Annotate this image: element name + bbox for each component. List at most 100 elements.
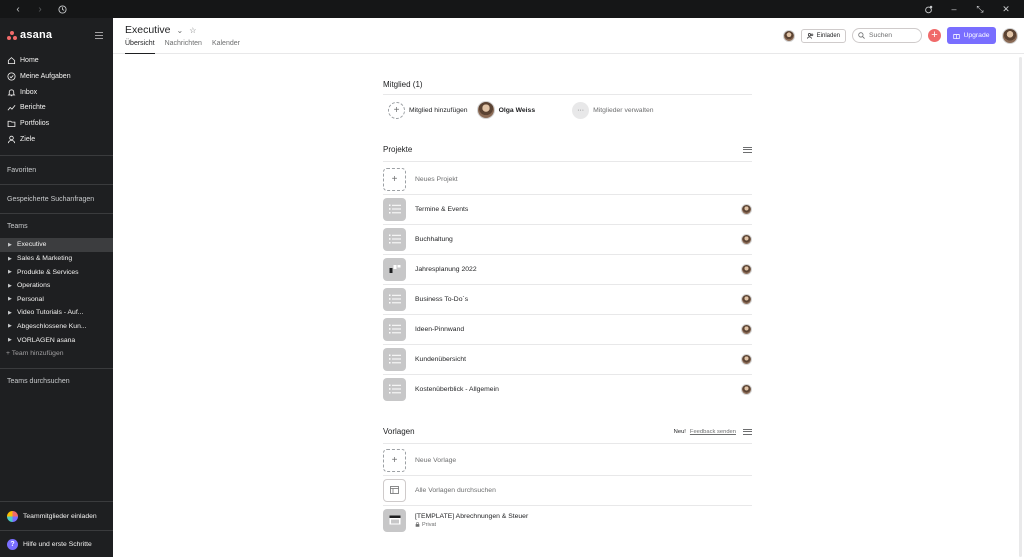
- feedback-link[interactable]: Feedback senden: [690, 429, 736, 435]
- list-icon: [383, 287, 406, 311]
- chart-line-icon: [7, 105, 16, 111]
- owner-avatar[interactable]: [741, 323, 752, 335]
- member-avatar[interactable]: [476, 101, 495, 119]
- team-item-produkte-services[interactable]: ▶ Produkte & Services: [0, 265, 113, 279]
- upgrade-label: Upgrade: [963, 32, 990, 39]
- team-item-executive[interactable]: ▶ Executive: [0, 238, 113, 252]
- team-label: VORLAGEN asana: [17, 336, 76, 344]
- add-member-icon[interactable]: +: [388, 101, 405, 119]
- saved-searches-section[interactable]: Gespeicherte Suchanfragen: [0, 185, 113, 213]
- nav-item-inbox[interactable]: Inbox: [0, 84, 113, 100]
- main-content: Mitglied (1) + Mitglied hinzufügen Olga …: [113, 55, 1024, 557]
- notification-settings-icon[interactable]: [922, 3, 934, 15]
- project-row[interactable]: Ideen-Pinnwand: [383, 314, 752, 344]
- project-name: Ideen-Pinnwand: [415, 325, 465, 333]
- browse-templates-row[interactable]: Alle Vorlagen durchsuchen: [383, 475, 752, 505]
- chevron-down-icon[interactable]: ⌄: [177, 26, 184, 35]
- back-icon[interactable]: ‹: [12, 3, 24, 15]
- owner-avatar[interactable]: [741, 203, 752, 215]
- template-row[interactable]: [TEMPLATE] Abrechnungen & Steuer Privat: [383, 505, 752, 535]
- caret-right-icon: ▶: [8, 255, 12, 262]
- owner-avatar[interactable]: [741, 263, 752, 275]
- logo-text: asana: [20, 29, 53, 41]
- caret-right-icon: ▶: [8, 241, 12, 248]
- browse-templates-label: Alle Vorlagen durchsuchen: [415, 486, 496, 494]
- search-input[interactable]: Suchen: [852, 28, 922, 43]
- project-row[interactable]: Jahresplanung 2022: [383, 254, 752, 284]
- project-row[interactable]: Buchhaltung: [383, 224, 752, 254]
- member-name[interactable]: Olga Weiss: [499, 107, 536, 114]
- asana-logo[interactable]: asana: [7, 29, 52, 41]
- nav-item-portfolios[interactable]: Portfolios: [0, 116, 113, 132]
- forward-icon[interactable]: ›: [34, 3, 46, 15]
- user-avatar[interactable]: [1002, 27, 1018, 44]
- favorites-section[interactable]: Favoriten: [0, 156, 113, 184]
- nav-item-reports[interactable]: Berichte: [0, 100, 113, 116]
- nav-item-label: Meine Aufgaben: [20, 73, 71, 81]
- invite-button[interactable]: Einladen: [800, 28, 846, 43]
- new-project-row[interactable]: + Neues Projekt: [383, 164, 752, 194]
- window-title-bar: ‹ › – ⤡ ✕: [0, 0, 1024, 18]
- plus-icon: +: [383, 448, 406, 472]
- manage-members-label[interactable]: Mitglieder verwalten: [593, 107, 653, 114]
- add-team-link[interactable]: + Team hinzufügen: [0, 347, 113, 360]
- nav-item-home[interactable]: Home: [0, 53, 113, 69]
- team-label: Personal: [17, 295, 44, 303]
- sidebar: asana Home Meine Aufgaben Inbox Berichte…: [0, 18, 113, 557]
- minimize-icon[interactable]: –: [948, 3, 960, 15]
- list-icon: [383, 227, 406, 251]
- template-name: [TEMPLATE] Abrechnungen & Steuer: [415, 512, 529, 520]
- nav-item-goals[interactable]: Ziele: [0, 131, 113, 147]
- more-icon[interactable]: ···: [572, 101, 590, 119]
- team-item-personal[interactable]: ▶ Personal: [0, 293, 113, 307]
- owner-avatar[interactable]: [741, 293, 752, 305]
- main-scrollbar[interactable]: [1019, 57, 1022, 557]
- close-icon[interactable]: ✕: [1000, 3, 1012, 15]
- member-avatar[interactable]: [782, 29, 795, 42]
- caret-right-icon: ▶: [8, 269, 12, 276]
- hamburger-menu-icon[interactable]: [95, 31, 103, 39]
- quick-add-button[interactable]: +: [928, 29, 941, 42]
- owner-avatar[interactable]: [741, 233, 752, 245]
- star-icon[interactable]: ☆: [189, 26, 196, 35]
- team-item-operations[interactable]: ▶ Operations: [0, 279, 113, 293]
- project-row[interactable]: Kundenübersicht: [383, 344, 752, 374]
- owner-avatar[interactable]: [741, 383, 752, 395]
- team-item-abgeschlossene[interactable]: ▶ Abgeschlossene Kun...: [0, 320, 113, 334]
- project-row[interactable]: Kostenüberblick - Allgemein: [383, 374, 752, 404]
- tab-overview[interactable]: Übersicht: [125, 40, 155, 54]
- team-label: Produkte & Services: [17, 268, 79, 276]
- nav-item-label: Berichte: [20, 104, 46, 112]
- invite-members-button[interactable]: Teammitglieder einladen: [0, 511, 113, 522]
- team-invite-icon: [7, 511, 18, 522]
- restore-icon[interactable]: ⤡: [974, 3, 986, 15]
- project-name: Kostenüberblick - Allgemein: [415, 385, 499, 393]
- help-button[interactable]: ? Hilfe und erste Schritte: [0, 539, 113, 550]
- list-icon: [383, 317, 406, 341]
- project-row[interactable]: Termine & Events: [383, 194, 752, 224]
- history-icon[interactable]: [56, 3, 68, 15]
- add-member-label[interactable]: Mitglied hinzufügen: [409, 107, 468, 114]
- caret-right-icon: ▶: [8, 296, 12, 303]
- team-item-sales-marketing[interactable]: ▶ Sales & Marketing: [0, 252, 113, 266]
- caret-right-icon: ▶: [8, 323, 12, 330]
- caret-right-icon: ▶: [8, 309, 12, 316]
- list-view-icon[interactable]: [743, 428, 752, 435]
- upgrade-button[interactable]: Upgrade: [947, 27, 996, 44]
- teams-section-title[interactable]: Teams: [0, 214, 113, 238]
- search-icon: [858, 32, 865, 39]
- nav-item-my-tasks[interactable]: Meine Aufgaben: [0, 69, 113, 85]
- new-template-row[interactable]: + Neue Vorlage: [383, 445, 752, 475]
- tab-messages[interactable]: Nachrichten: [165, 40, 202, 54]
- project-row[interactable]: Business To-Do´s: [383, 284, 752, 314]
- browse-teams-link[interactable]: Teams durchsuchen: [0, 369, 113, 395]
- owner-avatar[interactable]: [741, 353, 752, 365]
- list-view-icon[interactable]: [743, 146, 752, 153]
- team-item-video-tutorials[interactable]: ▶ Video Tutorials - Auf...: [0, 306, 113, 320]
- nav-item-label: Home: [20, 57, 39, 65]
- lock-icon: [415, 522, 420, 527]
- asana-logo-icon: [7, 30, 17, 40]
- tab-calendar[interactable]: Kalender: [212, 40, 240, 54]
- nav-item-label: Inbox: [20, 88, 38, 96]
- team-item-vorlagen-asana[interactable]: ▶ VORLAGEN asana: [0, 333, 113, 347]
